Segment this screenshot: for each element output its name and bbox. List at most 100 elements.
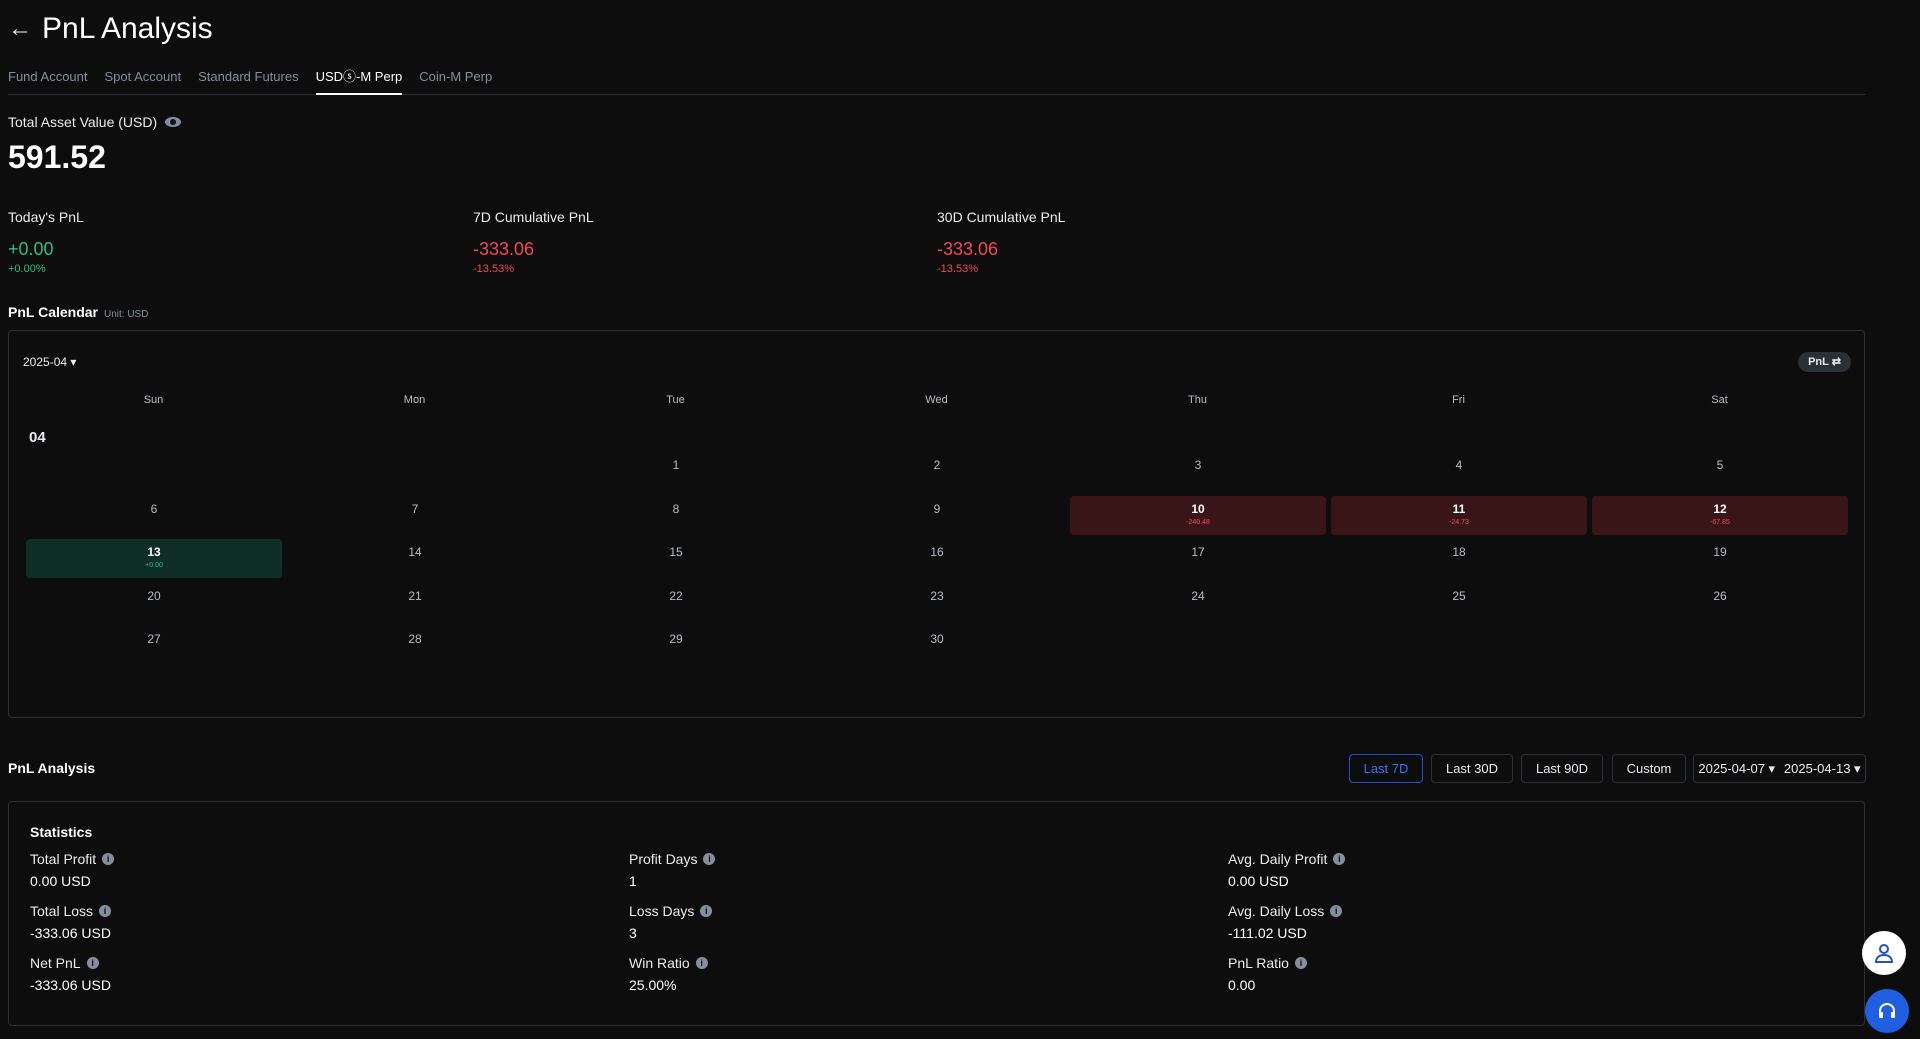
statistics-title: Statistics (30, 824, 93, 840)
total-asset-value: 591.52 (8, 139, 106, 175)
calendar-day[interactable]: 29 (548, 626, 804, 665)
headset-icon (1879, 1003, 1895, 1018)
pnl-label: 7D Cumulative PnL (473, 209, 594, 225)
date-range-picker[interactable]: 2025-04-07 ▾ 2025-04-13 ▾ (1693, 754, 1866, 783)
day-number: 11 (1452, 502, 1466, 516)
info-icon[interactable]: i (86, 957, 99, 969)
info-icon[interactable]: i (695, 957, 708, 969)
back-arrow-icon[interactable]: ← (8, 15, 32, 43)
day-number: 27 (147, 632, 161, 646)
info-icon[interactable]: i (102, 853, 115, 865)
pnl-value: +0.00 (8, 239, 54, 259)
day-number: 18 (1452, 545, 1466, 559)
calendar-day[interactable]: 1 (548, 452, 804, 491)
calendar-day[interactable]: 27 (26, 626, 282, 665)
pnl-toggle-button[interactable]: PnL ⇄ (1798, 352, 1851, 372)
calendar-day[interactable]: 19 (1592, 539, 1848, 578)
tab-standard-futures[interactable]: Standard Futures (198, 66, 298, 95)
page-header: ← PnL Analysis (8, 12, 213, 46)
page-title: PnL Analysis (42, 12, 213, 45)
calendar-day[interactable]: 17 (1070, 539, 1326, 578)
stat-value: -333.06 USD (30, 925, 111, 941)
day-number: 29 (669, 632, 683, 646)
stat-value: 0.00 USD (1228, 873, 1289, 889)
weekday-header: Fri (1452, 394, 1465, 406)
stat-item: Total Profit i 0.00 USD (30, 851, 115, 889)
pnl-analysis-title: PnL Analysis (8, 760, 96, 776)
stat-item: Profit Days i 1 (629, 851, 716, 889)
stat-value: 25.00% (629, 977, 677, 993)
calendar-day[interactable]: 21 (287, 583, 543, 622)
tab-spot-account[interactable]: Spot Account (105, 66, 182, 95)
info-icon[interactable]: i (1294, 957, 1307, 969)
day-number: 13 (147, 545, 161, 559)
calendar-day[interactable]: 18 (1331, 539, 1587, 578)
eye-icon[interactable] (165, 117, 182, 127)
account-assistant-button[interactable] (1862, 931, 1906, 975)
calendar-day[interactable]: 23 (809, 583, 1065, 622)
stat-label: Win Ratio (629, 955, 690, 971)
calendar-day[interactable]: 8 (548, 496, 804, 535)
calendar-day[interactable]: 10 -240.48 (1070, 496, 1326, 535)
day-number: 9 (933, 502, 941, 516)
todays-pnl: Today's PnL +0.00 +0.00% (8, 209, 84, 275)
info-icon[interactable]: i (1333, 853, 1346, 865)
stat-label: Profit Days (629, 851, 698, 867)
info-icon[interactable]: i (99, 905, 112, 917)
calendar-day[interactable]: 4 (1331, 452, 1587, 491)
stat-value: 0.00 (1228, 977, 1256, 993)
calendar-day[interactable]: 14 (287, 539, 543, 578)
calendar-day[interactable]: 3 (1070, 452, 1326, 491)
day-pnl: -67.85 (1710, 519, 1730, 526)
day-number: 25 (1452, 589, 1466, 603)
support-button[interactable] (1865, 989, 1909, 1033)
range-custom-button[interactable]: Custom (1612, 754, 1686, 783)
stat-label-row: PnL Ratio i (1228, 955, 1307, 971)
total-asset-label-row: Total Asset Value (USD) (8, 114, 182, 130)
calendar-day[interactable]: 25 (1331, 583, 1587, 622)
calendar-day[interactable]: 26 (1592, 583, 1848, 622)
stat-label-row: Profit Days i (629, 851, 716, 867)
calendar-day[interactable]: 2 (809, 452, 1065, 491)
calendar-day[interactable]: 28 (287, 626, 543, 665)
day-number: 30 (930, 632, 944, 646)
tab-usds-m-perp[interactable]: USDⓢ-M Perp (315, 66, 403, 95)
day-number: 8 (672, 502, 680, 516)
day-number: 15 (669, 545, 683, 559)
calendar-day[interactable]: 5 (1592, 452, 1848, 491)
info-icon[interactable]: i (1330, 905, 1343, 917)
calendar-day[interactable]: 22 (548, 583, 804, 622)
weekday-header: Mon (403, 394, 426, 406)
end-date[interactable]: 2025-04-13 ▾ (1784, 755, 1861, 782)
stat-item: Win Ratio i 25.00% (629, 955, 708, 993)
calendar-day[interactable]: 7 (287, 496, 543, 535)
calendar-day[interactable]: 6 (26, 496, 282, 535)
pnl-percent: -13.53% (473, 263, 514, 275)
stat-label-row: Avg. Daily Profit i (1228, 851, 1346, 867)
calendar-day[interactable]: 13 +0.00 (26, 539, 282, 578)
month-selector[interactable]: 2025-04 ▾ (23, 355, 76, 369)
day-number: 10 (1191, 502, 1205, 516)
info-icon[interactable]: i (703, 853, 716, 865)
stat-value: 1 (629, 873, 637, 889)
day-number: 21 (408, 589, 422, 603)
info-icon[interactable]: i (700, 905, 713, 917)
range-last-7d-button[interactable]: Last 7D (1349, 754, 1423, 783)
stat-value: 3 (629, 925, 637, 941)
calendar-day[interactable]: 11 -24.73 (1331, 496, 1587, 535)
start-date[interactable]: 2025-04-07 ▾ (1698, 755, 1775, 782)
calendar-day[interactable]: 30 (809, 626, 1065, 665)
tab-fund-account[interactable]: Fund Account (8, 66, 88, 95)
calendar-day[interactable]: 12 -67.85 (1592, 496, 1848, 535)
weekday-header: Tue (666, 394, 685, 406)
calendar-day[interactable]: 24 (1070, 583, 1326, 622)
range-last-30d-button[interactable]: Last 30D (1431, 754, 1513, 783)
calendar-day[interactable]: 9 (809, 496, 1065, 535)
stat-label-row: Loss Days i (629, 903, 713, 919)
calendar-day[interactable]: 15 (548, 539, 804, 578)
calendar-day[interactable]: 16 (809, 539, 1065, 578)
calendar-day[interactable]: 20 (26, 583, 282, 622)
tab-coin-m-perp[interactable]: Coin-M Perp (419, 66, 492, 95)
range-last-90d-button[interactable]: Last 90D (1521, 754, 1603, 783)
weekday-header: Thu (1188, 394, 1207, 406)
